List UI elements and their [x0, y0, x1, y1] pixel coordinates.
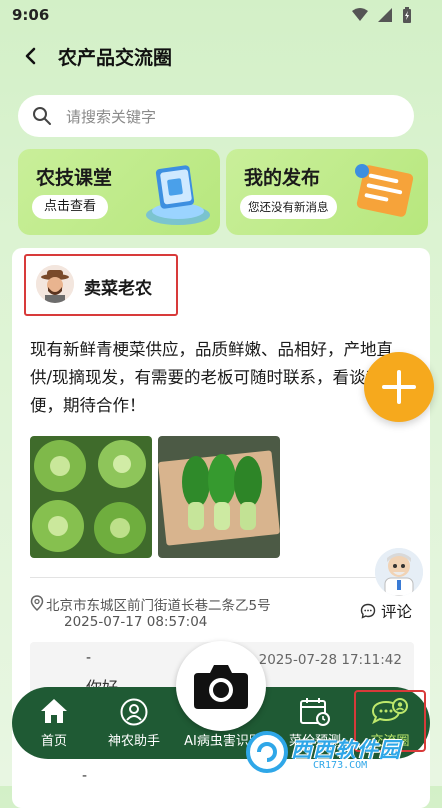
bok-choy-photo-icon — [158, 436, 280, 558]
wifi-icon — [352, 8, 368, 21]
status-time: 9:06 — [12, 6, 50, 24]
commenter-name: - — [82, 768, 88, 784]
search-bar[interactable] — [18, 95, 414, 137]
chevron-left-icon — [25, 47, 36, 65]
home-icon — [41, 699, 67, 723]
tab-assistant[interactable]: 神农助手 — [102, 687, 166, 759]
comment-label: 评论 — [381, 603, 413, 621]
camera-button[interactable] — [176, 641, 266, 731]
add-post-button[interactable] — [364, 352, 434, 422]
author-header[interactable]: 卖菜老农 — [24, 254, 178, 316]
top-bar: 农产品交流圈 — [0, 36, 442, 76]
tab-home[interactable]: 首页 — [22, 687, 86, 759]
vegetable-photo-icon — [30, 436, 152, 558]
location-pin-icon — [30, 595, 44, 611]
comment-button[interactable]: 评论 — [360, 600, 412, 622]
assistant-icon — [120, 698, 148, 726]
post-content: 现有新鲜青梗菜供应，品质鲜嫩、品相好，产地直供/现摘现发，有需要的老板可随时联系… — [30, 340, 399, 415]
assistant-avatar[interactable] — [375, 548, 423, 596]
document-illustration-icon — [355, 164, 414, 217]
agri-class-card[interactable]: 农技课堂 点击查看 — [18, 149, 220, 235]
no-messages-label: 您还没有新消息 — [240, 195, 337, 219]
page-title: 农产品交流圈 — [58, 47, 173, 69]
view-button[interactable]: 点击查看 — [32, 195, 109, 219]
comment-time: 2025-07-28 17:11:42 — [258, 652, 402, 668]
farmer-avatar-icon — [36, 265, 74, 303]
camera-icon — [194, 665, 248, 709]
back-button[interactable] — [22, 42, 42, 66]
agri-class-title: 农技课堂 — [36, 167, 113, 189]
avatar[interactable] — [36, 265, 74, 303]
commenter-name: - — [86, 650, 92, 666]
tablet-illustration-icon — [146, 165, 210, 225]
status-icons — [352, 7, 412, 23]
my-posts-card[interactable]: 我的发布 您还没有新消息 — [226, 149, 428, 235]
robot-scientist-icon — [375, 548, 423, 596]
comment-icon — [360, 603, 376, 619]
post-date: 2025-07-17 08:57:04 — [64, 614, 208, 630]
my-posts-title: 我的发布 — [244, 167, 321, 189]
tab-label: 首页 — [40, 734, 67, 749]
search-input[interactable] — [64, 101, 398, 133]
status-bar: 9:06 — [0, 0, 442, 32]
tab-label: 神农助手 — [107, 734, 160, 749]
watermark-url: CR173.COM — [313, 760, 368, 771]
signal-icon — [378, 8, 392, 22]
divider — [30, 577, 412, 578]
battery-icon — [403, 7, 411, 23]
calendar-clock-icon — [300, 698, 330, 726]
watermark-logo-icon — [246, 731, 288, 773]
post-image[interactable] — [158, 436, 280, 558]
author-name: 卖菜老农 — [84, 279, 152, 299]
search-icon — [33, 107, 51, 125]
post-location: 北京市东城区前门街道长巷二条乙5号 — [46, 598, 271, 614]
watermark: 西西软件园 CR173.COM — [243, 728, 429, 778]
post-image[interactable] — [30, 436, 152, 558]
